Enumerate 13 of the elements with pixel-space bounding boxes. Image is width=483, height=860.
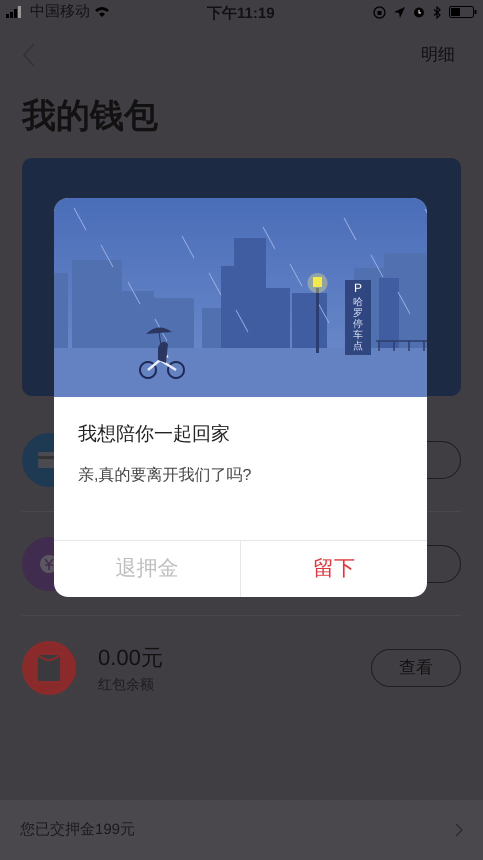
wifi-icon: [94, 6, 110, 18]
lock-rotation-icon: [373, 6, 386, 18]
alarm-icon: [413, 6, 425, 18]
dialog-message: 亲,真的要离开我们了吗?: [78, 466, 252, 486]
battery-icon: [449, 6, 477, 18]
bluetooth-icon: [433, 6, 441, 18]
dialog-title: 我想陪你一起回家: [78, 423, 231, 447]
refund-deposit-button[interactable]: 退押金: [54, 541, 240, 597]
chevron-right-icon: [455, 823, 463, 837]
sign-text: 哈罗停车点: [353, 297, 363, 352]
location-icon: [394, 6, 405, 18]
stay-button[interactable]: 留下: [240, 541, 427, 597]
sign-letter: P: [354, 282, 362, 294]
